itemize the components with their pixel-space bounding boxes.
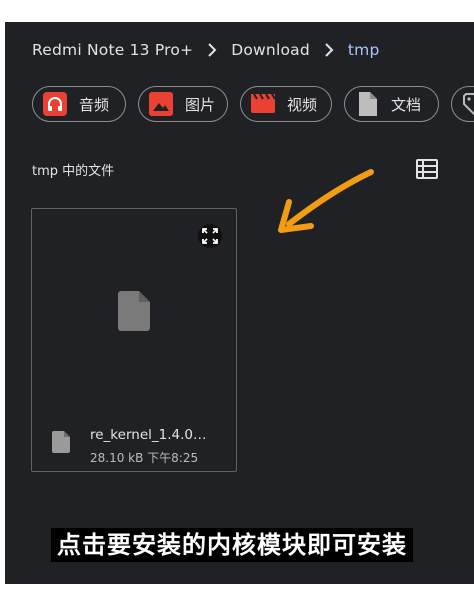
chevron-right-icon (324, 43, 334, 57)
list-view-icon[interactable] (416, 159, 438, 179)
file-card[interactable]: re_kernel_1.4.0… 28.10 kB 下午8:25 (31, 208, 237, 472)
expand-icon[interactable] (198, 224, 222, 248)
chip-documents[interactable]: 文档 (344, 86, 439, 122)
chip-audio-label: 音频 (79, 95, 110, 114)
breadcrumb-download[interactable]: Download (231, 41, 310, 59)
file-thumbnail-icon (118, 291, 150, 335)
breadcrumb: Redmi Note 13 Pro+ Download tmp (32, 39, 380, 61)
image-icon (149, 92, 173, 116)
chip-images-label: 图片 (185, 95, 216, 114)
chip-audio[interactable]: 音频 (32, 86, 126, 122)
file-manager-screen: Redmi Note 13 Pro+ Download tmp 音频 图片 视频… (5, 22, 474, 584)
arrow-annotation-icon (275, 168, 375, 242)
section-title: tmp 中的文件 (32, 164, 115, 179)
breadcrumb-tmp[interactable]: tmp (348, 41, 380, 59)
file-meta: 28.10 kB 下午8:25 (90, 451, 199, 465)
tag-icon (462, 92, 474, 116)
chip-documents-label: 文档 (391, 95, 422, 114)
movie-icon (251, 92, 275, 116)
breadcrumb-device[interactable]: Redmi Note 13 Pro+ (32, 41, 193, 59)
chip-videos[interactable]: 视频 (240, 86, 332, 122)
file-name: re_kernel_1.4.0… (90, 427, 207, 443)
chip-images[interactable]: 图片 (138, 86, 228, 122)
headphones-icon (43, 92, 67, 116)
document-icon (355, 92, 379, 116)
chip-videos-label: 视频 (287, 95, 318, 114)
file-icon (52, 431, 70, 457)
caption-overlay: 点击要安装的内核模块即可安装 (51, 528, 413, 562)
filter-chips: 音频 图片 视频 文档 (32, 86, 474, 122)
chip-tags[interactable] (451, 86, 474, 122)
chevron-right-icon (207, 43, 217, 57)
